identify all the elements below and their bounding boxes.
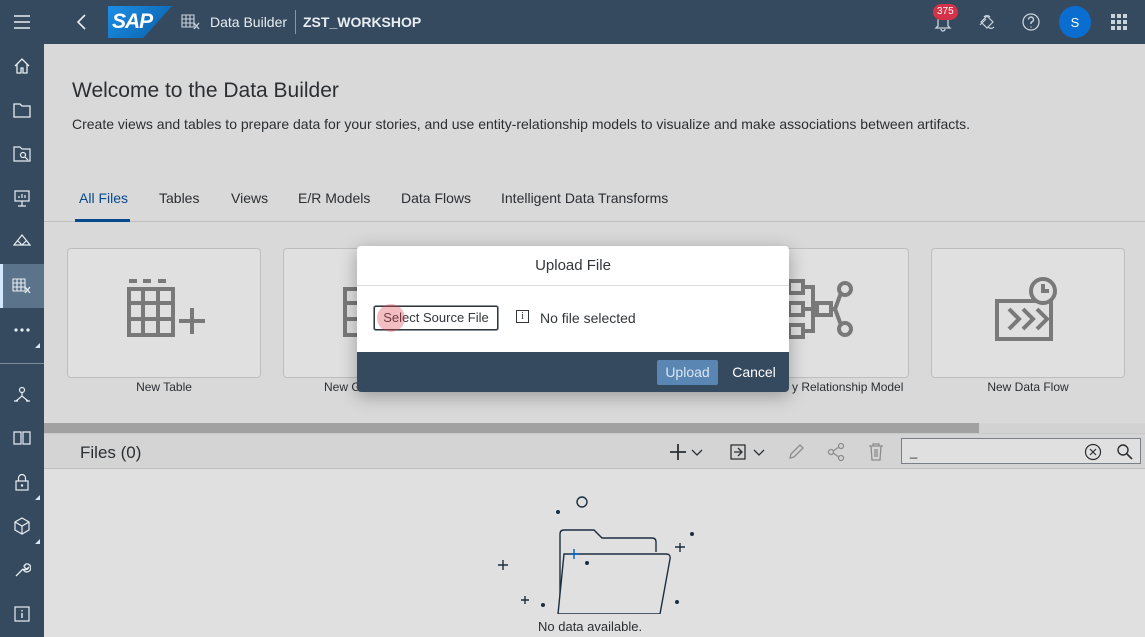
side-navigation [0,0,44,637]
data-builder-app-icon [181,14,200,30]
shell-bar: SAP Data Builder ZST_WORKSHOP 375 S [44,0,1145,44]
security-icon[interactable] [0,460,44,504]
back-icon[interactable] [72,12,92,32]
sap-logo: SAP [108,6,172,38]
feedback-icon[interactable] [977,12,997,32]
logo-text: SAP [112,10,153,33]
help-icon[interactable] [1021,12,1041,32]
file-status-text: No file selected [540,310,636,326]
data-builder-icon[interactable] [0,264,44,308]
dialog-footer: Upload Cancel [357,352,789,392]
system-icon[interactable] [0,548,44,592]
catalog-icon[interactable] [0,132,44,176]
avatar[interactable]: S [1059,6,1091,38]
cancel-button[interactable]: Cancel [729,360,779,385]
notification-badge: 375 [933,4,958,20]
click-indicator [377,304,405,332]
dialog-title: Upload File [357,246,789,286]
upload-file-dialog: Upload File Select Source File i No file… [357,246,789,392]
app-title: Data Builder [210,14,288,30]
menu-icon[interactable] [0,0,44,44]
info-icon: i [516,310,529,323]
home-icon[interactable] [0,44,44,88]
stories-icon[interactable] [0,176,44,220]
data-integration-icon[interactable] [0,372,44,416]
modeler-icon[interactable] [0,220,44,264]
business-builder-icon[interactable] [0,416,44,460]
repository-icon[interactable] [0,88,44,132]
about-icon[interactable] [0,592,44,636]
space-management-icon[interactable] [0,504,44,548]
more-icon[interactable] [0,308,44,352]
upload-button[interactable]: Upload [657,360,718,385]
title-divider [295,10,296,34]
product-switch-icon[interactable] [1109,12,1129,32]
space-name[interactable]: ZST_WORKSHOP [303,14,421,30]
